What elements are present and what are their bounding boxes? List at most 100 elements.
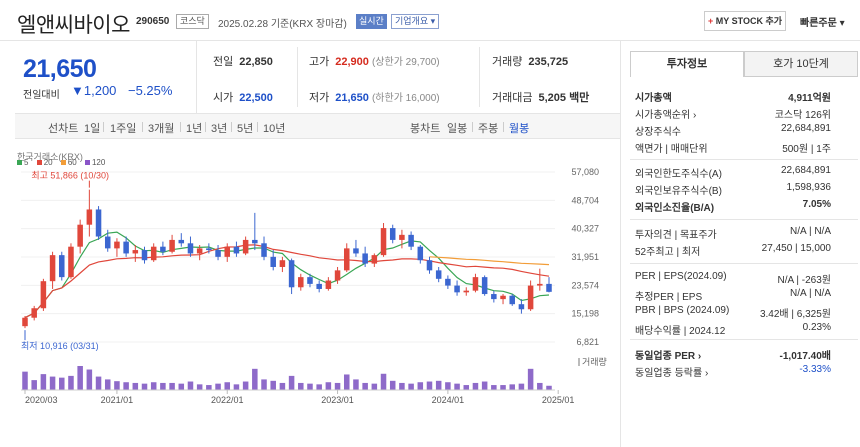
candle-body (40, 281, 47, 309)
info-row: 액면가 | 매매단위 500원 | 1주 (635, 140, 831, 155)
tab-investment-info[interactable]: 투자정보 (630, 51, 744, 77)
volume-bar (518, 383, 525, 390)
info-label: 시가총액 (635, 93, 672, 104)
add-mystock-button[interactable]: + MY STOCK 추가 (704, 11, 786, 31)
candle-body (500, 295, 506, 300)
volume-bar (40, 374, 47, 390)
candle-body (86, 209, 93, 225)
volume-bar (233, 384, 240, 390)
candle-body (196, 248, 203, 254)
period-1y[interactable]: 1년 (186, 120, 202, 136)
company-name: 엘앤씨바이오 (17, 14, 130, 37)
info-value: 27,450 | 15,000 (761, 243, 831, 254)
candle-body (537, 283, 543, 286)
info-label: PER | EPS(2024.09) (635, 271, 727, 282)
info-value: -3.33% (799, 364, 831, 375)
candle-body (178, 239, 185, 244)
period-5y[interactable]: 5년 (237, 120, 253, 136)
candle-body (132, 250, 139, 254)
candle-body (408, 234, 414, 247)
candle-body (123, 241, 129, 254)
candle-body (316, 283, 322, 289)
volume-bar (371, 383, 378, 390)
info-row: 상장주식수 22,684,891 (635, 123, 831, 138)
volume-bar (224, 382, 231, 390)
candle-body (252, 239, 258, 244)
candle-body (353, 248, 359, 254)
volume-bar (68, 375, 74, 390)
candle-body (435, 270, 442, 279)
candle-body (426, 260, 433, 271)
candle-monthly[interactable]: 월봉 (509, 120, 529, 136)
volume-bar (196, 384, 203, 390)
candle-body (104, 236, 111, 249)
period-3m[interactable]: 3개월 (148, 120, 174, 136)
candle-body (279, 260, 286, 267)
info-label: 배당수익률 | 2024.12 (635, 326, 726, 337)
volume-bar (279, 382, 286, 390)
candle-body (261, 243, 267, 257)
candle-body (298, 277, 304, 288)
candle-body (371, 255, 378, 264)
candle-daily[interactable]: 일봉 (447, 120, 467, 136)
x-tick-label: 2025/01 (542, 395, 575, 405)
period-1w[interactable]: 1주일 (110, 120, 136, 136)
period-3y[interactable]: 3년 (211, 120, 227, 136)
price-box: 21,650 전일대비 ▼1,200 −5.25% (15, 41, 197, 113)
volume-bar (242, 381, 249, 390)
info-value: 1,598,936 (786, 182, 832, 193)
volume-bar (169, 382, 175, 390)
volume-bar (261, 379, 267, 390)
info-row: 52주최고 | 최저 27,450 | 15,000 (635, 243, 831, 258)
period-10y[interactable]: 10년 (263, 120, 285, 136)
candle-body (527, 285, 534, 310)
market-badge: 코스닥 (176, 14, 209, 29)
x-tick-label: 2022/01 (211, 395, 244, 405)
candle-body (472, 277, 479, 291)
period-1d[interactable]: 1일 (84, 120, 100, 136)
panel-divider (630, 219, 858, 220)
candle-body (187, 243, 194, 254)
volume-bar (362, 382, 368, 390)
info-label: PBR | BPS (2024.09) (635, 305, 730, 316)
info-value: 0.23% (802, 322, 831, 333)
add-mystock-label: MY STOCK 추가 (715, 16, 783, 26)
candle-body (160, 246, 166, 252)
max-price-label: 최고 51,866 (10/30) (31, 171, 109, 181)
volume-bar (399, 382, 405, 390)
info-label: 52주최고 | 최저 (635, 247, 701, 258)
candle-body (454, 285, 460, 293)
company-overview-dropdown[interactable]: 기업개요 ▾ (391, 14, 440, 29)
candle-body (49, 255, 56, 282)
volume-bar (500, 385, 506, 390)
candle-body (59, 255, 65, 278)
volume-bar (22, 371, 28, 390)
stock-header: 엘앤씨바이오 290650 코스닥 2025.02.28 기준(KRX 장마감)… (0, 0, 860, 41)
info-row: PBR | BPS (2024.09) 3.42배 | 6,325원 (635, 305, 831, 320)
open-price: 시가 22,500 (213, 92, 273, 104)
volume-bar (491, 385, 497, 390)
volume-bar (160, 382, 166, 390)
candle-weekly[interactable]: 주봉 (478, 120, 498, 136)
plus-icon: + (707, 16, 714, 26)
panel-divider (630, 339, 858, 340)
investment-info-panel: 투자정보 호가 10단계 시가총액 4,911억원 시가총액순위 › 코스닥 126위… (620, 41, 860, 447)
candle-body (242, 239, 249, 254)
candlestick-chart[interactable]: 57,080 48,704 40,327 31,951 23,574 15,198 6,82… (15, 140, 620, 447)
date-text: 2025.02.28 기준(KRX 장마감) (218, 19, 347, 30)
quick-order-dropdown[interactable]: 빠른주문 ▾ (800, 14, 845, 29)
candle-body (546, 283, 552, 292)
volume-bar (141, 383, 148, 390)
info-label: 투자의견 | 목표주가 (635, 230, 717, 241)
change-label: 전일대비 (23, 90, 60, 101)
x-tick-label: 2024/01 (432, 395, 465, 405)
info-row: 배당수익률 | 2024.12 0.23% (635, 322, 831, 337)
volume-bar (150, 382, 157, 390)
price-summary-table: 전일 22,850 고가 22,900 (상한가 29,700) 거래량 235,72… (197, 41, 620, 113)
info-label: 상장주식수 (635, 127, 681, 138)
stock-chart: 한국거래소(KRX) 5 20 60 120 57,080 48,704 40,32… (15, 140, 620, 447)
realtime-button[interactable]: 실시간 (356, 14, 387, 29)
volume-bar (206, 385, 212, 390)
tab-orderbook-10[interactable]: 호가 10단계 (744, 51, 858, 77)
candle-body (95, 209, 102, 237)
